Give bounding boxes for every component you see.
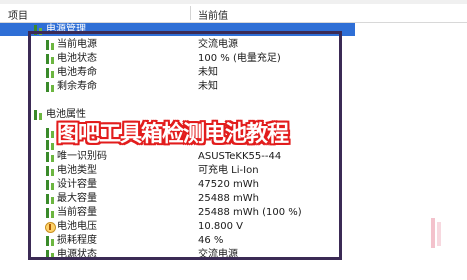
background-stripe bbox=[437, 222, 441, 246]
background-stripe bbox=[431, 218, 435, 248]
column-header: 项目 当前值 bbox=[0, 4, 467, 23]
column-header-value[interactable]: 当前值 bbox=[198, 7, 228, 22]
tutorial-banner: 图吧工具箱检测电池教程 bbox=[57, 122, 289, 147]
column-divider[interactable] bbox=[190, 6, 191, 20]
column-header-item[interactable]: 项目 bbox=[8, 7, 28, 22]
